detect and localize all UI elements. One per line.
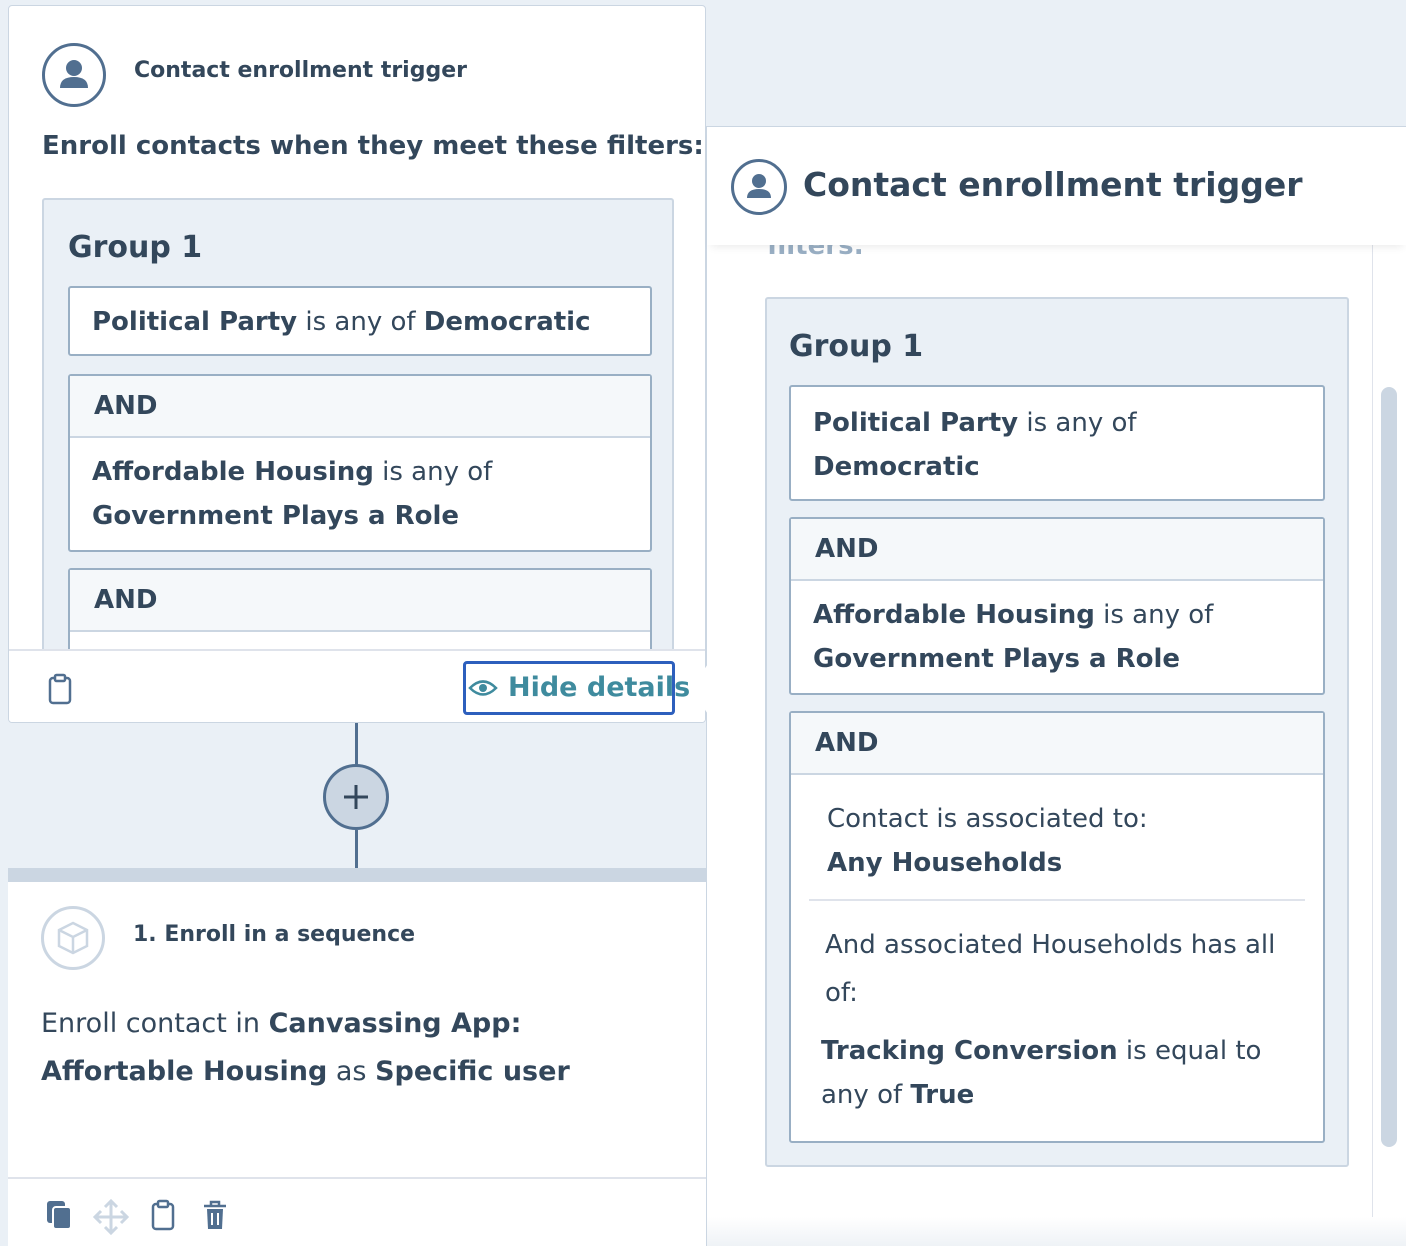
- trash-icon[interactable]: [202, 1199, 228, 1235]
- add-action-button[interactable]: [323, 764, 389, 830]
- trigger-card[interactable]: Contact enrollment trigger Enroll contac…: [8, 5, 706, 723]
- panel-title: Contact enrollment trigger: [803, 165, 1303, 204]
- association-value: Any Households: [827, 848, 1063, 878]
- action-title: 1. Enroll in a sequence: [133, 922, 416, 947]
- popover-pointer: [690, 664, 708, 714]
- filter-property: Affordable Housing: [813, 600, 1095, 630]
- and-label: AND: [791, 713, 1323, 775]
- enroll-criteria-text: Enroll contacts when they meet these fil…: [42, 131, 704, 161]
- filter-property: Affordable Housing: [92, 457, 374, 487]
- action-text: as: [327, 1056, 376, 1087]
- and-label: AND: [70, 570, 650, 632]
- filter-affordable-housing[interactable]: AND Affordable Housing is any of Governm…: [789, 517, 1325, 695]
- and-label: AND: [70, 376, 650, 438]
- panel-header: Contact enrollment trigger: [707, 127, 1406, 245]
- trigger-footer: Hide details: [9, 649, 705, 722]
- filter-association[interactable]: AND Contact is associated to: Any Househ…: [789, 711, 1325, 1143]
- filter-operator: is any of: [1018, 408, 1137, 438]
- group-title: Group 1: [789, 329, 924, 364]
- action-text: Enroll contact in: [41, 1008, 269, 1039]
- trigger-title: Contact enrollment trigger: [134, 58, 467, 83]
- filter-group: Group 1 Political Party is any of Democr…: [765, 297, 1349, 1167]
- filter-affordable-housing[interactable]: AND Affordable Housing is any of Governm…: [68, 374, 652, 552]
- enroll-criteria-text: filters:: [767, 245, 864, 261]
- scrollbar-thumb[interactable]: [1381, 387, 1397, 1147]
- filter-group: Group 1 Political Party is any of Democr…: [42, 198, 674, 722]
- filter-value: Democratic: [423, 307, 591, 337]
- connector-line: [355, 723, 358, 765]
- eye-icon: [468, 680, 498, 696]
- filter-operator: is any of: [1094, 600, 1214, 630]
- panel-bottom-shade: [707, 1217, 1406, 1246]
- filter-operator: is any of: [297, 307, 424, 337]
- filter-operator: is any of: [373, 457, 493, 487]
- filter-property: Political Party: [92, 307, 298, 337]
- filter-value: Government Plays a Role: [813, 644, 1181, 674]
- contact-avatar-icon: [731, 159, 787, 215]
- action-description: Enroll contact in Canvassing App: Affort…: [41, 1000, 681, 1096]
- group-title: Group 1: [68, 230, 203, 265]
- association-text: Contact is associated to:: [827, 804, 1148, 834]
- plus-icon: [344, 785, 368, 809]
- hide-details-button[interactable]: Hide details: [463, 661, 690, 715]
- action-footer: [8, 1177, 706, 1246]
- contact-avatar-icon: [42, 43, 106, 107]
- and-label: AND: [791, 519, 1323, 581]
- copy-icon[interactable]: [44, 1199, 74, 1235]
- association-all-text: And associated Households has all of:: [825, 930, 1276, 1008]
- user-type: Specific user: [375, 1056, 570, 1087]
- trigger-details-panel: Contact enrollment trigger filters: Grou…: [706, 126, 1406, 1246]
- filter-value: Government Plays a Role: [92, 501, 460, 531]
- filter-property: Political Party: [813, 408, 1019, 438]
- action-card[interactable]: 1. Enroll in a sequence Enroll contact i…: [8, 868, 706, 1246]
- filter-political-party[interactable]: Political Party is any of Democratic: [68, 286, 652, 356]
- connector-line: [355, 830, 358, 868]
- filter-value: True: [910, 1080, 975, 1110]
- clipboard-icon[interactable]: [47, 673, 73, 709]
- hide-details-label: Hide details: [508, 672, 691, 703]
- cube-icon: [41, 906, 105, 970]
- panel-body: filters: Group 1 Political Party is any …: [707, 245, 1373, 1246]
- filter-value: Democratic: [813, 452, 980, 482]
- clipboard-icon[interactable]: [150, 1199, 176, 1235]
- move-icon[interactable]: [92, 1198, 130, 1239]
- filter-property: Tracking Conversion: [821, 1036, 1118, 1066]
- filter-political-party[interactable]: Political Party is any of Democratic: [789, 385, 1325, 501]
